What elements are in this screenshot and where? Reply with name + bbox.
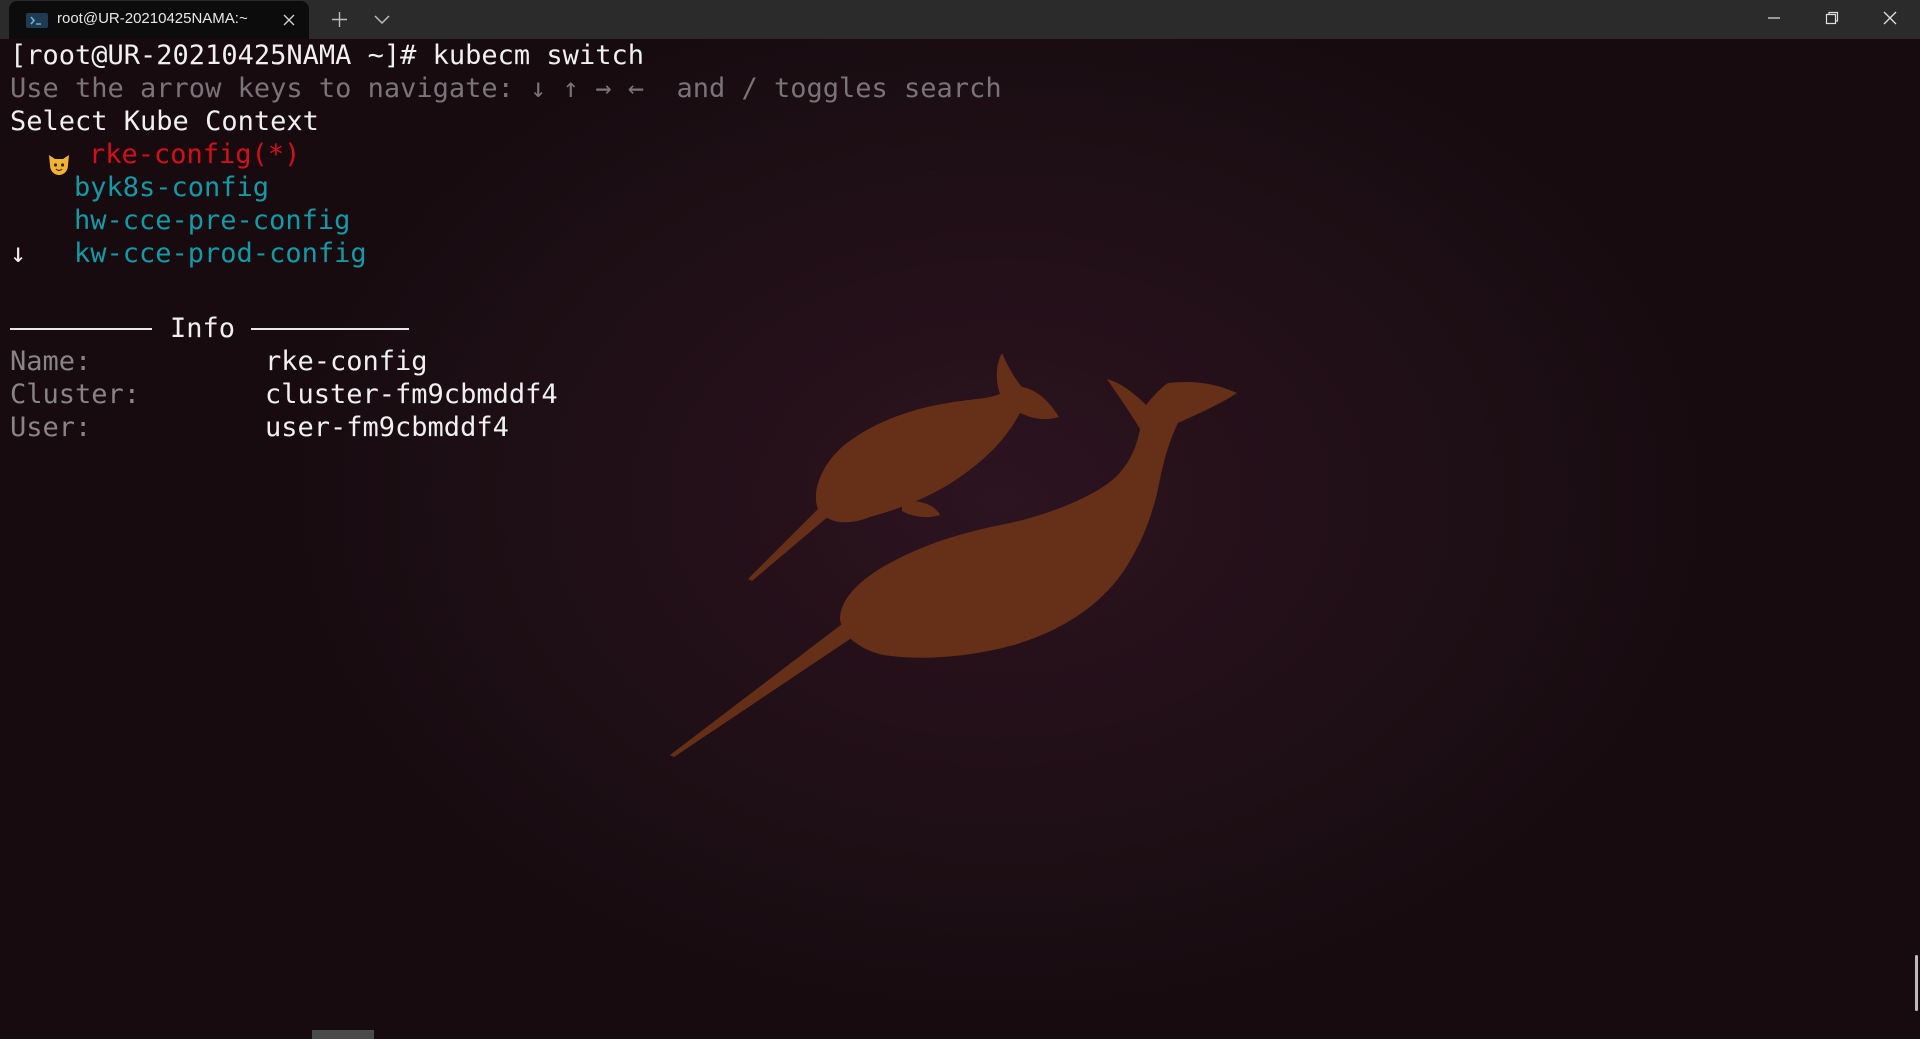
restore-icon (1825, 11, 1839, 25)
info-title: Info (170, 313, 236, 344)
help-line: Use the arrow keys to navigate: ↓ ↑ → ← … (10, 73, 1002, 104)
minimize-button[interactable] (1746, 0, 1802, 36)
divider-left (10, 328, 152, 330)
tab-title: root@UR-20210425NAMA:~ (57, 10, 248, 27)
narwhal-background-icon (670, 353, 1237, 757)
close-icon[interactable] (281, 12, 297, 28)
arrow-down-icon: ↓ (10, 238, 27, 269)
plus-icon[interactable] (330, 10, 349, 29)
context-item-selected[interactable]: rke-config(*) (89, 138, 300, 171)
restore-button[interactable] (1804, 0, 1860, 36)
info-name-label: Name: (10, 346, 92, 377)
divider-right (251, 328, 409, 330)
horizontal-scrollbar[interactable] (312, 1030, 374, 1039)
title-bar: root@UR-20210425NAMA:~ (0, 0, 1920, 39)
context-item[interactable]: kw-cce-prod-config (74, 237, 367, 270)
info-cluster-value: cluster-fm9cbmddf4 (265, 379, 558, 410)
minimize-icon (1768, 17, 1780, 19)
vertical-scrollbar[interactable] (1915, 955, 1918, 1011)
info-user-label: User: (10, 412, 92, 443)
select-label: Select Kube Context (10, 106, 319, 137)
info-user-value: user-fm9cbmddf4 (265, 412, 509, 443)
close-window-button[interactable] (1862, 0, 1918, 36)
terminal-pane[interactable]: [root@UR-20210425NAMA ~]# kubecm switch … (0, 39, 1920, 1039)
context-item[interactable]: hw-cce-pre-config (74, 204, 350, 237)
chevron-down-icon[interactable] (373, 12, 391, 26)
tab-active[interactable]: root@UR-20210425NAMA:~ (9, 1, 309, 39)
command-prompt: [root@UR-20210425NAMA ~]# kubecm switch (10, 40, 644, 71)
terminal-icon (26, 13, 48, 28)
context-item[interactable]: byk8s-config (74, 171, 269, 204)
close-icon (1883, 11, 1897, 25)
cat-face-emoji-icon (49, 155, 69, 175)
info-cluster-label: Cluster: (10, 379, 141, 410)
info-name-value: rke-config (265, 346, 428, 377)
